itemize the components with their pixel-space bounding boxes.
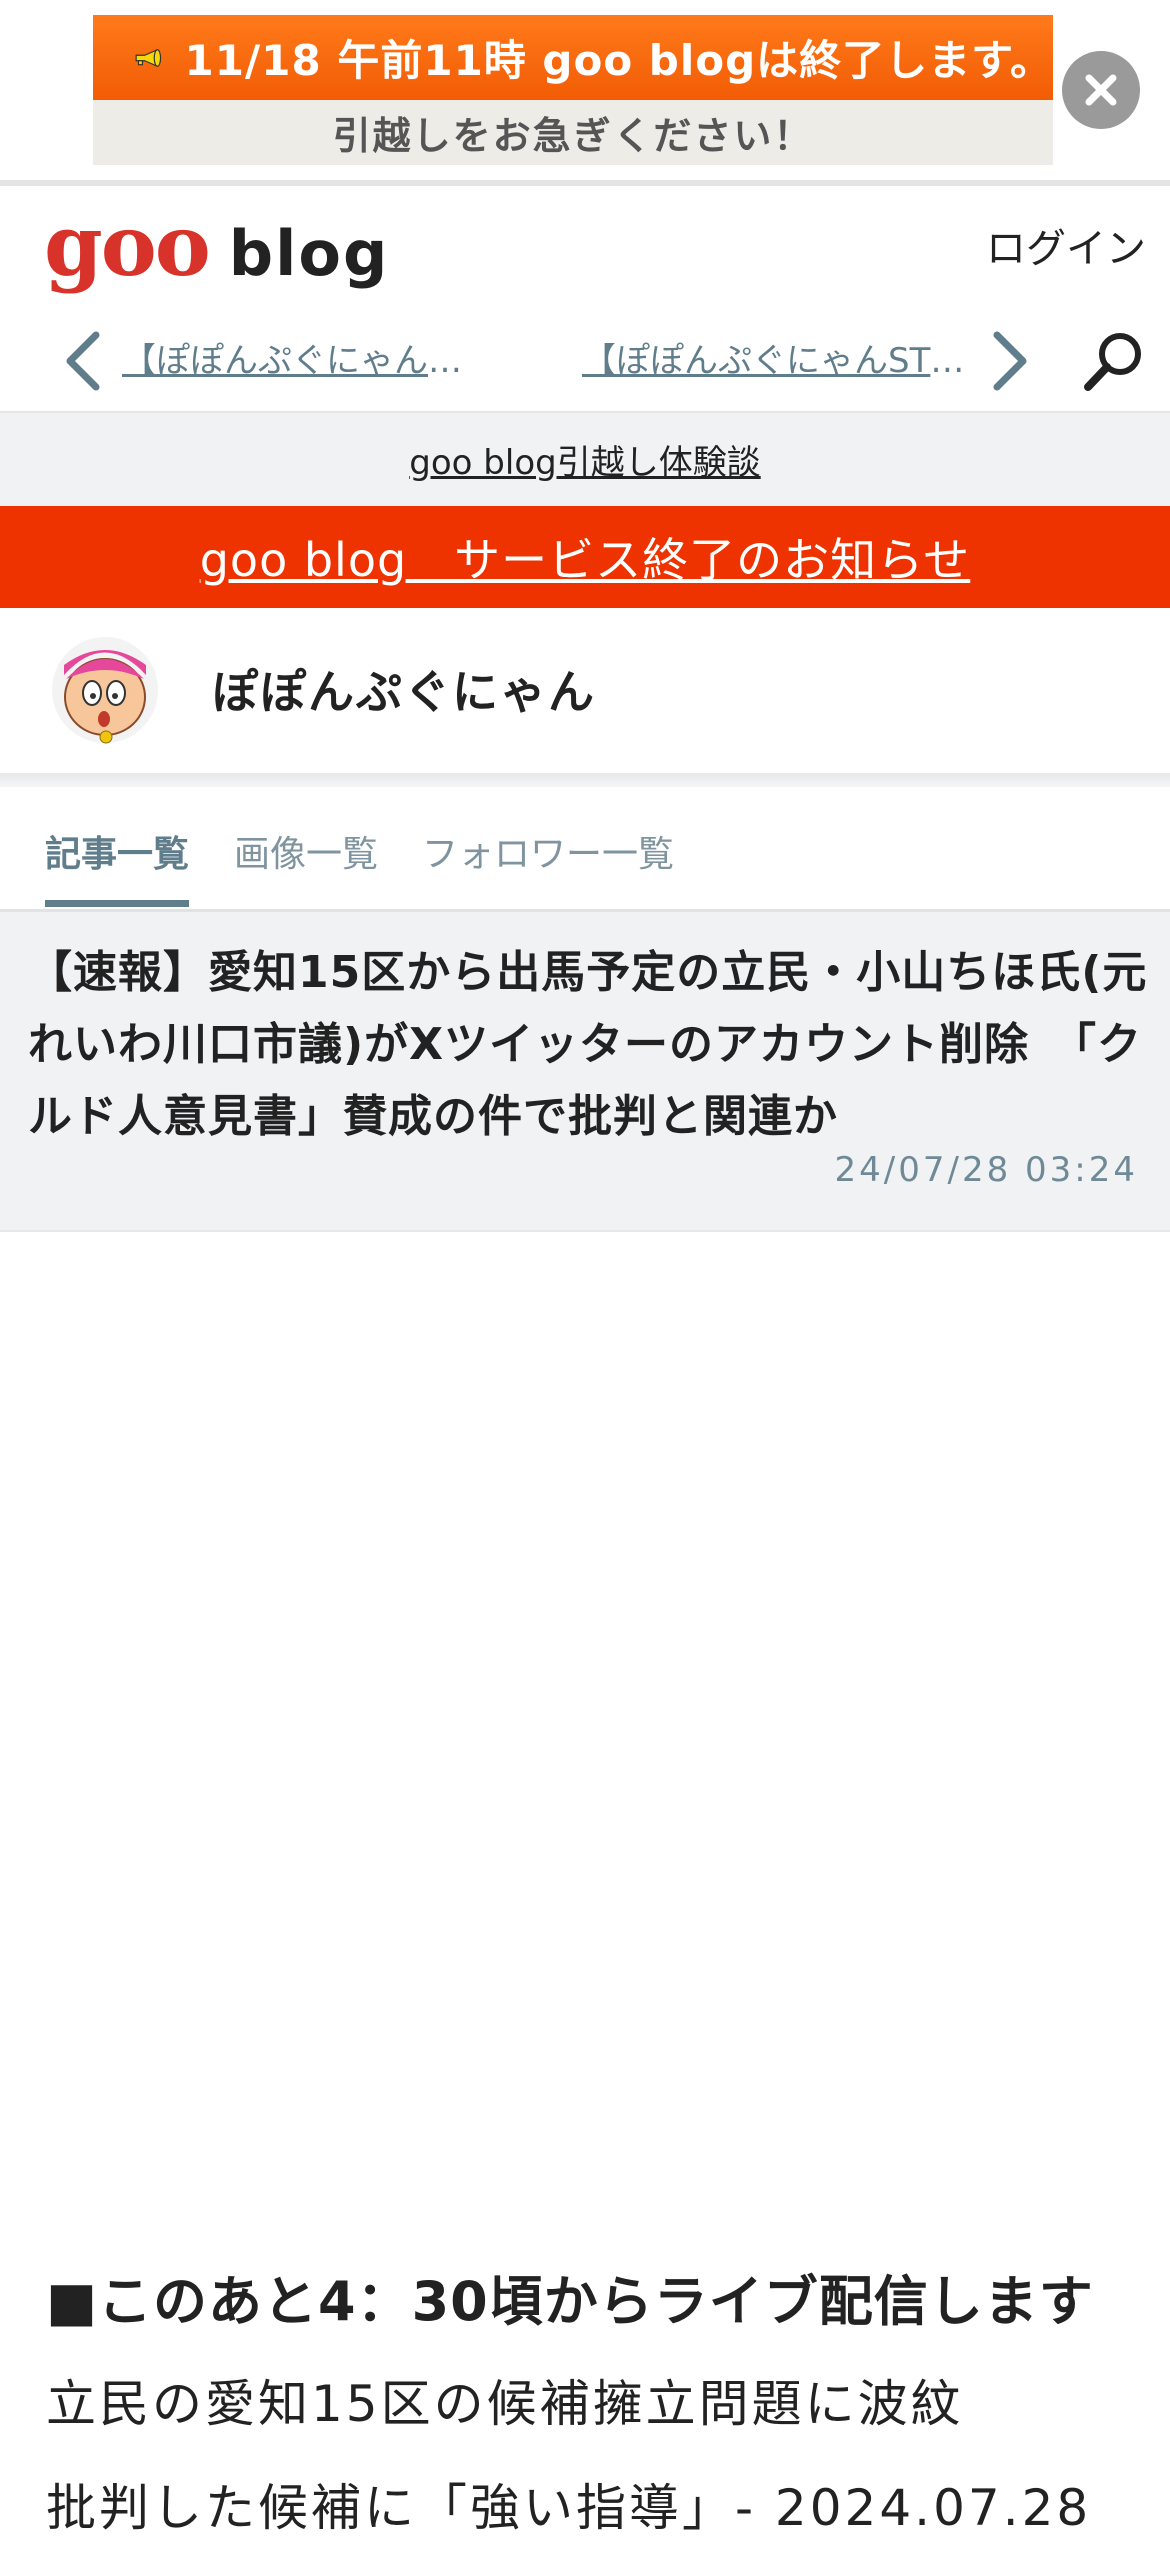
next-article-link[interactable]: 【ぽぽんぷぐにゃんSTUDIO】 (582, 333, 967, 382)
site-header: goo blog ログイン (0, 186, 1170, 311)
article-date: 24/07/28 03:24 (834, 1150, 1138, 1190)
login-link[interactable]: ログイン (986, 216, 1146, 274)
service-end-notice-link[interactable]: goo blog サービス終了のお知らせ (200, 524, 971, 590)
top-banner: 11/18 午前11時 goo blogは終了します。 引越しをお急ぎください！ (0, 0, 1170, 180)
article-nav: 【ぽぽんぷぐにゃんライブ】 【ぽぽんぷぐにゃんSTUDIO】 (0, 311, 1170, 411)
chevron-right-icon[interactable] (985, 329, 1035, 393)
avatar[interactable] (50, 635, 160, 745)
prev-article-link[interactable]: 【ぽぽんぷぐにゃんライブ】 (122, 333, 492, 382)
body-text-line: 立民の愛知15区の候補擁立問題に波紋 (46, 2375, 964, 2433)
chevron-left-icon[interactable] (58, 329, 108, 393)
logo-goo: goo (44, 196, 211, 295)
article-body: ■このあと4：30頃からライブ配信します 立民の愛知15区の候補擁立問題に波紋 … (46, 2252, 1146, 2560)
article-title: 【速報】愛知15区から出馬予定の立民・小山ちほ氏(元れいわ川口市議)がXツイッタ… (28, 947, 1148, 1142)
experience-bar: goo blog引越し体験談 (0, 411, 1170, 506)
experience-link[interactable]: goo blog引越し体験談 (409, 435, 760, 484)
banner-close-button[interactable] (1062, 51, 1140, 129)
banner-message: 11/18 午前11時 goo blogは終了します。 (184, 36, 1053, 85)
tab-followers[interactable]: フォロワー一覧 (422, 825, 674, 877)
body-text-line: 批判した候補に「強い指導」- 2024.07.28 (46, 2479, 1092, 2537)
notice-bar: goo blog サービス終了のお知らせ (0, 506, 1170, 608)
tab-articles[interactable]: 記事一覧 (45, 825, 189, 877)
close-icon (1085, 74, 1117, 106)
goo-blog-logo[interactable]: goo blog (44, 196, 390, 295)
banner-bottom: 引越しをお急ぎください！ (93, 100, 1053, 165)
body-heading: ■このあと4：30頃からライブ配信します (46, 2270, 1094, 2333)
active-tab-indicator (45, 900, 189, 907)
banner-subtext: 引越しをお急ぎください！ (332, 114, 814, 158)
search-icon[interactable] (1080, 327, 1148, 395)
profile-divider (0, 773, 1170, 787)
logo-blog: blog (228, 217, 390, 290)
blog-name[interactable]: ぽぽんぷぐにゃん (212, 656, 596, 722)
megaphone-icon (135, 48, 162, 67)
blog-tabs: 記事一覧 画像一覧 フォロワー一覧 (0, 787, 1170, 912)
service-end-banner[interactable]: 11/18 午前11時 goo blogは終了します。 引越しをお急ぎください！ (93, 15, 1053, 165)
banner-top: 11/18 午前11時 goo blogは終了します。 (93, 15, 1053, 100)
blog-profile: ぽぽんぷぐにゃん (0, 608, 1170, 773)
article-header: 【速報】愛知15区から出馬予定の立民・小山ちほ氏(元れいわ川口市議)がXツイッタ… (0, 912, 1170, 1232)
tab-images[interactable]: 画像一覧 (234, 825, 378, 877)
